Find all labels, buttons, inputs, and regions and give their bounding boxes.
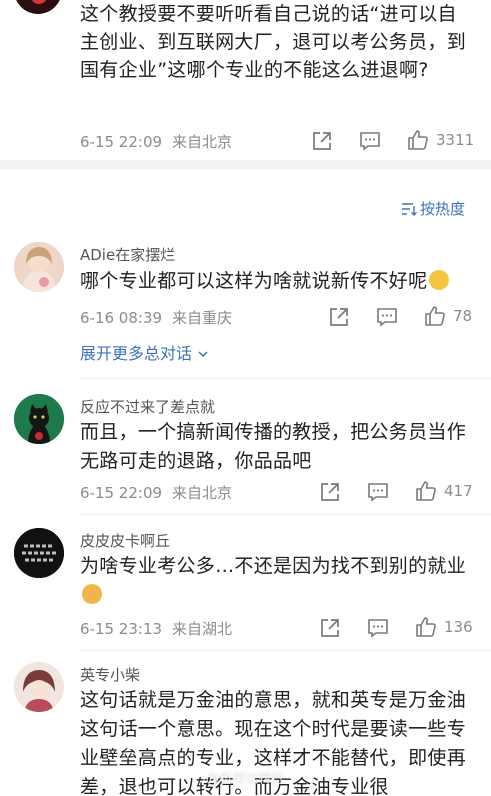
like-count: 136 [444,618,473,636]
section-divider [0,160,491,169]
comment-text: 哪个专业都可以这样为啥就说新传不好呢 [80,267,475,296]
post-text: 这个教授要不要听听看自己说的话“进可以自主创业、到互联网大厂，退可以考公务员，到… [80,3,467,81]
doge-emoji-icon [82,584,102,604]
expand-replies-label: 展开更多总对话 [80,344,193,363]
comment-divider [80,378,491,379]
avatar[interactable] [14,0,62,14]
comment-text: 而且，一个搞新闻传播的教授，把公务员当作无路可走的退路，你品品吧 [80,421,467,472]
comment-username[interactable]: 皮皮皮卡啊丘 [80,530,170,551]
share-icon[interactable] [319,617,341,639]
sort-button[interactable]: 按热度 [401,198,465,219]
comment-username[interactable]: ADie在家摆烂 [80,244,175,265]
comment-username[interactable]: 英专小柴 [80,664,140,685]
comment-date: 6-16 08:39 [80,309,163,327]
comment-body: 哪个专业都可以这样为啥就说新传不好呢 [80,270,428,292]
comment-divider [80,650,491,651]
avatar[interactable] [14,242,64,292]
like-icon[interactable] [424,305,446,327]
avatar[interactable] [14,528,64,578]
comment-icon[interactable] [367,617,389,639]
sort-label: 按热度 [419,200,465,218]
like-count: 417 [444,482,473,500]
sort-icon [401,202,417,216]
post-date: 6-15 22:09 [80,133,163,151]
share-icon[interactable] [319,481,341,503]
comment-divider [80,514,491,515]
like-icon[interactable] [415,480,437,502]
comment-meta: 6-15 22:09 来自北京 [80,482,232,503]
comment-meta: 6-15 23:13 来自湖北 [80,618,232,639]
post-location: 来自北京 [172,133,233,151]
watermark: @也可以转行 [206,772,285,787]
crying-emoji-icon [429,270,450,290]
comment-location: 来自重庆 [172,309,233,327]
comment-date: 6-15 23:13 [80,620,163,638]
like-count: 78 [453,307,473,325]
like-count: 3311 [436,131,475,149]
comment-username[interactable]: 反应不过来了差点就 [80,396,215,417]
expand-replies-link[interactable]: 展开更多总对话 [80,340,209,364]
chevron-down-icon [198,351,208,358]
comment-icon[interactable] [367,481,389,503]
avatar[interactable] [14,394,64,444]
post-meta: 6-15 22:09 来自北京 [80,131,232,152]
comment-location: 来自北京 [172,484,233,502]
comment-meta: 6-16 08:39 来自重庆 [80,307,232,328]
like-icon[interactable] [407,129,429,151]
share-icon[interactable] [328,306,350,328]
comment-icon[interactable] [359,130,381,152]
share-icon[interactable] [311,130,333,152]
comment-text: 为啥专业考公多…不还是因为找不到别的就业 [80,552,475,610]
comment-date: 6-15 22:09 [80,484,163,502]
comment-body: 为啥专业考公多…不还是因为找不到别的就业 [80,555,467,577]
like-icon[interactable] [415,616,437,638]
avatar[interactable] [14,662,64,712]
comment-location: 来自湖北 [172,620,233,638]
comment-icon[interactable] [376,306,398,328]
